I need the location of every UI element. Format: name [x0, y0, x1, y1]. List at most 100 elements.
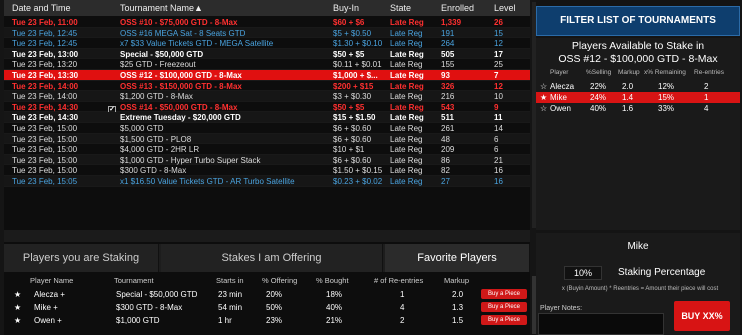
av-player: Alecza [550, 82, 575, 91]
buy-piece-button[interactable]: Buy a Piece [481, 315, 527, 325]
col-av-reentries: Re-entries [694, 69, 724, 76]
staking-percentage-input[interactable]: 10% [564, 266, 602, 280]
tournament-row[interactable]: Tue 23 Feb, 13:20 $25 GTD - Freezeout $0.1… [4, 59, 530, 70]
row-buyin: $5 + $0.50 [333, 28, 372, 38]
star-icon[interactable]: ☆ [540, 82, 547, 91]
tab-players-staking[interactable]: Players you are Staking [4, 244, 159, 272]
row-enrolled: 1,339 [441, 18, 462, 27]
tournament-row[interactable]: Tue 23 Feb, 13:00 Special - $50,000 GTD $5… [4, 48, 530, 60]
available-row[interactable]: ★ Mike 24% 1.4 15% 1 [536, 92, 740, 103]
tournament-row[interactable]: Tue 23 Feb, 14:00 OSS #13 - $150,000 GTD … [4, 81, 530, 92]
staking-row[interactable]: ★ Alecza + Special - $50,000 GTD 23 min 20% 1… [4, 288, 530, 301]
cost-formula: x (Buyin Amount) * Reentries = Amount th… [561, 286, 719, 292]
row-buyin: $6 + $0.60 [333, 123, 372, 133]
row-enrolled: 505 [441, 49, 455, 59]
staking-offering: 23% [266, 316, 283, 325]
row-buyin: $200 + $15 [333, 81, 374, 91]
staking-player: Mike + [34, 303, 58, 312]
staking-bought: 18% [326, 290, 343, 299]
tournament-row[interactable]: Tue 23 Feb, 15:00 $1,000 GTD - Hyper Turb… [4, 154, 530, 166]
player-notes-field[interactable] [538, 313, 664, 335]
row-date: Tue 23 Feb, 14:30 [12, 113, 79, 123]
tournament-row[interactable]: Tue 23 Feb, 12:45 x7 $33 Value Tickets GT… [4, 38, 530, 49]
tournament-row[interactable]: Tue 23 Feb, 15:00 $300 GTD - 8-Max $1.50 +… [4, 165, 530, 176]
tournament-row[interactable]: Tue 23 Feb, 14:30 ✓ OSS #14 - $50,000 GTD … [4, 102, 530, 114]
staking-reentries: 2 [400, 316, 405, 325]
staking-row[interactable]: ★ Mike + $300 GTD - 8-Max 54 min 50% 40% 4 1.3 B… [4, 301, 530, 314]
av-markup: 2.0 [622, 82, 634, 91]
av-remaining: 33% [658, 104, 675, 113]
tournament-row[interactable]: Tue 23 Feb, 12:45 OSS #16 MEGA Sat - 8 Se… [4, 27, 530, 39]
col-tournament: Tournament [114, 276, 154, 285]
row-level: 6 [494, 145, 499, 155]
row-state: Late Reg [390, 134, 423, 144]
row-level: 11 [494, 113, 503, 123]
row-date: Tue 23 Feb, 15:00 [12, 123, 78, 133]
row-date: Tue 23 Feb, 15:00 [12, 155, 78, 165]
buy-piece-button[interactable]: Buy a Piece [481, 289, 527, 299]
star-icon[interactable]: ★ [14, 316, 21, 325]
side-panel: FILTER LIST OF TOURNAMENTS Players Avail… [536, 0, 742, 335]
staking-tournament: $1,000 GTD [116, 316, 160, 325]
col-reentries: # of Re-entries [374, 276, 424, 285]
row-buyin: $0.11 + $0.01 [333, 60, 382, 70]
tournament-row[interactable]: Tue 23 Feb, 14:30 Extreme Tuesday - $20,0… [4, 112, 530, 123]
staking-offering: 50% [266, 303, 283, 312]
col-enrolled[interactable]: Enrolled [441, 3, 474, 13]
available-header: Player %Selling Markup x% Remaining Re-e… [536, 69, 740, 79]
row-level: 7 [494, 70, 499, 80]
tournament-row[interactable]: Tue 23 Feb, 15:00 $1,500 GTD - PLO8 $6 + $… [4, 133, 530, 145]
col-date[interactable]: Date and Time [12, 3, 71, 13]
tournament-row[interactable]: Tue 23 Feb, 15:05 x1 $16.50 Value Tickets… [4, 175, 530, 187]
staking-row[interactable]: ★ Owen + $1,000 GTD 1 hr 23% 21% 2 1.5 Buy a Pie… [4, 314, 530, 327]
row-enrolled: 326 [441, 81, 455, 91]
tab-stakes-offering[interactable]: Stakes I am Offering [161, 244, 383, 272]
col-av-markup: Markup [618, 69, 640, 76]
available-row[interactable]: ☆ Owen 40% 1.6 33% 4 [536, 103, 740, 114]
tournament-row[interactable]: Tue 23 Feb, 13:30 OSS #12 - $100,000 GTD … [4, 69, 530, 81]
staking-starts: 23 min [218, 290, 243, 299]
row-enrolled: 86 [441, 155, 450, 165]
row-level: 21 [494, 155, 503, 165]
tournament-row[interactable]: Tue 23 Feb, 15:00 $4,000 GTD - 2HR LR $10 … [4, 144, 530, 155]
available-title-line1: Players Available to Stake in [571, 40, 705, 52]
star-icon[interactable]: ☆ [540, 104, 547, 113]
row-buyin: $1,000 + $... [333, 70, 378, 80]
row-name: OSS #13 - $150,000 GTD - 8-Max [120, 81, 242, 91]
row-date: Tue 23 Feb, 15:00 [12, 166, 78, 176]
tournament-grid-header: Date and Time Tournament Name▲ Buy-In St… [4, 0, 530, 16]
row-state: Late Reg [390, 176, 423, 186]
staking-player: Owen + [34, 316, 62, 325]
col-level[interactable]: Level [494, 3, 516, 13]
staking-app: Date and Time Tournament Name▲ Buy-In St… [0, 0, 742, 335]
tournament-row[interactable]: Tue 23 Feb, 14:00 $1,200 GTD - 8-Max $3 + … [4, 91, 530, 102]
buy-piece-button[interactable]: Buy a Piece [481, 302, 527, 312]
row-buyin: $3 + $0.30 [333, 92, 372, 102]
star-icon[interactable]: ★ [14, 290, 21, 299]
row-date: Tue 23 Feb, 11:00 [12, 18, 78, 27]
tournament-row[interactable]: Tue 23 Feb, 11:00 OSS #10 - $75,000 GTD -… [4, 17, 530, 28]
filter-tournaments-button[interactable]: FILTER LIST OF TOURNAMENTS [536, 6, 740, 36]
player-detail-panel: Mike 10% Staking Percentage x (Buyin Amo… [536, 233, 740, 335]
row-name: x7 $33 Value Tickets GTD - MEGA Satellit… [120, 39, 274, 49]
tournament-panel: Date and Time Tournament Name▲ Buy-In St… [4, 0, 537, 335]
row-date: Tue 23 Feb, 12:45 [12, 39, 78, 49]
row-name: OSS #10 - $75,000 GTD - 8-Max [120, 18, 238, 27]
row-state: Late Reg [390, 113, 424, 123]
row-enrolled: 511 [441, 113, 454, 123]
row-date: Tue 23 Feb, 14:30 [12, 102, 79, 112]
row-enrolled: 543 [441, 102, 455, 112]
row-name: Extreme Tuesday - $20,000 GTD [120, 113, 241, 123]
available-row[interactable]: ☆ Alecza 22% 2.0 12% 2 [536, 81, 740, 92]
star-icon[interactable]: ★ [540, 93, 547, 102]
col-buyin[interactable]: Buy-In [333, 3, 359, 13]
row-buyin: $6 + $0.60 [333, 155, 372, 165]
tournament-row[interactable]: Tue 23 Feb, 15:00 $5,000 GTD $6 + $0.60 Lat… [4, 123, 530, 134]
buy-percent-button[interactable]: BUY XX% [674, 301, 730, 331]
col-name[interactable]: Tournament Name▲ [120, 3, 203, 13]
col-markup: Markup [444, 276, 470, 285]
row-enrolled: 93 [441, 70, 450, 80]
tab-favorite-players[interactable]: Favorite Players [385, 244, 530, 272]
col-state[interactable]: State [390, 3, 411, 13]
star-icon[interactable]: ★ [14, 303, 21, 312]
